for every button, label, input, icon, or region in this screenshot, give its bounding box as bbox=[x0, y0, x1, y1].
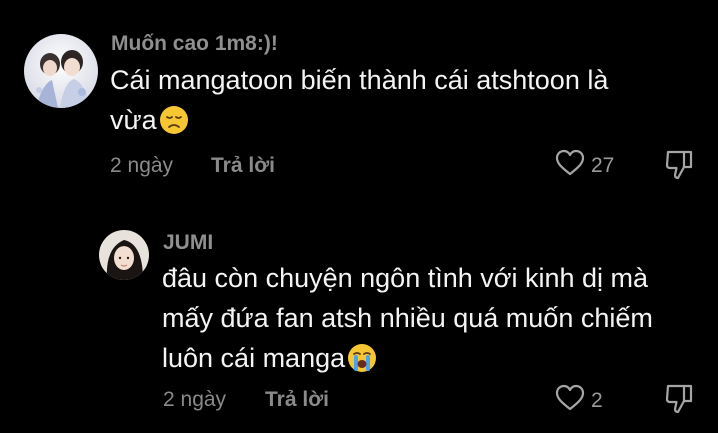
dislike-button[interactable] bbox=[664, 383, 694, 420]
comment-time: 2 ngày bbox=[163, 388, 227, 411]
reply-button[interactable]: Trả lời bbox=[211, 154, 275, 178]
comment-text: đâu còn chuyện ngôn tình với kinh dị mà … bbox=[162, 258, 653, 384]
comment-username[interactable]: Muốn cao 1m8:)! bbox=[111, 32, 278, 56]
disappointed-face-icon bbox=[159, 105, 189, 146]
comment-text-line: luôn cái manga bbox=[162, 338, 653, 384]
comment-time: 2 ngày bbox=[110, 154, 174, 177]
reply-button[interactable]: Trả lời bbox=[265, 388, 329, 412]
like-button[interactable]: 2 bbox=[555, 384, 603, 417]
like-button[interactable]: 27 bbox=[555, 149, 614, 182]
thumbs-down-icon bbox=[664, 150, 694, 185]
thumbs-down-icon bbox=[664, 384, 694, 419]
comment-text-line: Cái mangatoon biến thành cái atshtoon là bbox=[110, 65, 609, 95]
comment-text-line: vừa bbox=[110, 100, 608, 146]
comment-text-fragment: vừa bbox=[110, 105, 157, 135]
loudly-crying-face-icon bbox=[347, 343, 377, 384]
comment-text-fragment: luôn cái manga bbox=[162, 343, 346, 373]
like-count: 2 bbox=[591, 388, 603, 412]
comment-2: JUMI đâu còn chuyện ngôn tình với kinh d… bbox=[0, 200, 718, 433]
avatar[interactable] bbox=[99, 230, 149, 280]
comment-1: Muốn cao 1m8:)! Cái mangatoon biến thành… bbox=[0, 0, 718, 200]
avatar[interactable] bbox=[24, 34, 98, 108]
comment-text: Cái mangatoon biến thành cái atshtoon là… bbox=[110, 60, 608, 146]
heart-icon bbox=[555, 384, 585, 417]
dislike-button[interactable] bbox=[664, 149, 694, 186]
like-count: 27 bbox=[591, 153, 615, 177]
comment-text-line: đâu còn chuyện ngôn tình với kinh dị mà bbox=[162, 263, 649, 293]
heart-icon bbox=[555, 149, 585, 182]
comment-username[interactable]: JUMI bbox=[163, 231, 213, 255]
comment-text-line: mấy đứa fan atsh nhiều quá muốn chiếm bbox=[162, 303, 653, 333]
